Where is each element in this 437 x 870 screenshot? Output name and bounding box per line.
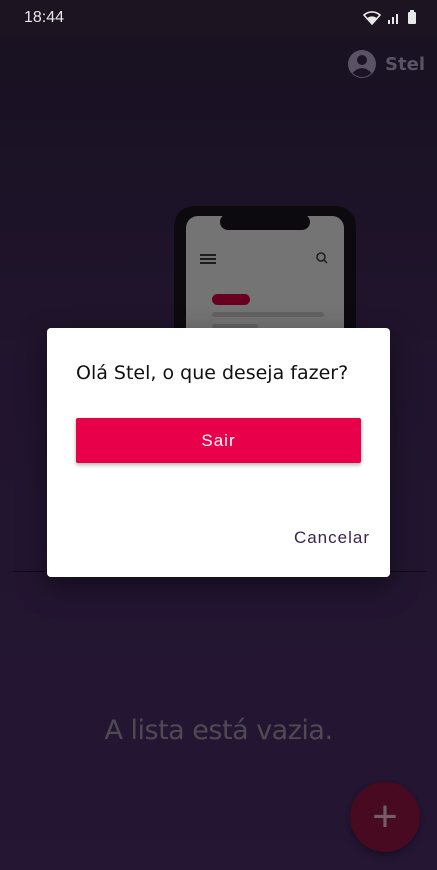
status-icons [363,10,417,25]
status-bar: 18:44 [0,0,437,35]
wifi-icon [363,10,381,25]
battery-icon [408,10,416,24]
logout-button[interactable]: Sair [76,418,361,463]
status-time: 18:44 [24,8,65,26]
cancel-button[interactable]: Cancelar [294,528,370,548]
action-dialog: Olá Stel, o que deseja fazer? Sair Cance… [47,328,390,577]
signal-icon [388,13,398,24]
dialog-title: Olá Stel, o que deseja fazer? [76,362,349,384]
